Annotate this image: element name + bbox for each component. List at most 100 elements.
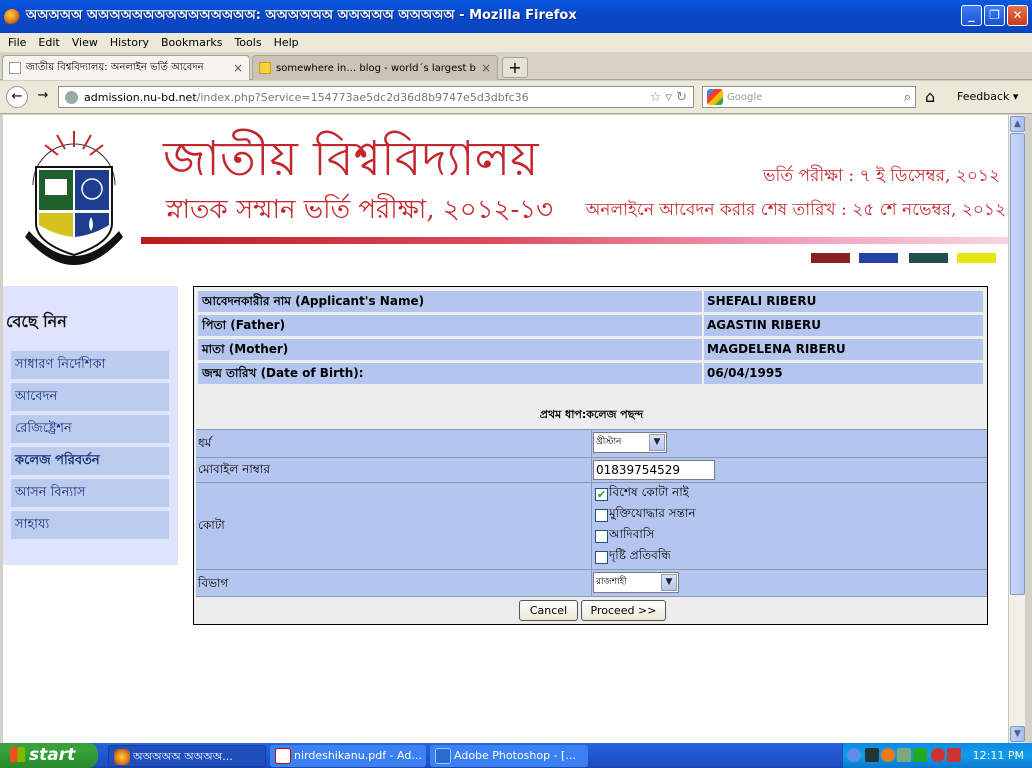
checkmark-icon: ✔: [595, 487, 608, 501]
scroll-up-icon[interactable]: ▲: [1010, 116, 1025, 132]
proceed-button[interactable]: Proceed >>: [581, 600, 666, 621]
tray-shield-icon[interactable]: [947, 748, 961, 762]
menu-edit[interactable]: Edit: [34, 36, 67, 49]
navigation-bar: ← → admission.nu-bd.net/index.php?Servic…: [0, 81, 1032, 114]
dob-label: জন্ম তারিখ (Date of Birth):: [202, 366, 364, 380]
sidebar-heading: বেছে নিন: [6, 312, 67, 331]
system-tray: 12:11 PM: [842, 743, 1032, 768]
menu-bookmarks[interactable]: Bookmarks: [157, 36, 230, 49]
scroll-thumb[interactable]: [1010, 133, 1025, 595]
sidebar-item-seat-plan[interactable]: আসন বিন্যাস: [11, 479, 169, 507]
page-icon: [9, 62, 21, 74]
checkbox-box: [595, 550, 608, 564]
chevron-down-icon: ▼: [649, 434, 665, 451]
religion-row: ধর্ম খ্রীস্টান ▼: [196, 429, 987, 457]
cancel-button[interactable]: Cancel: [519, 600, 578, 621]
quota-option-label: দৃষ্টি প্রতিবন্ধি: [609, 548, 671, 562]
start-button[interactable]: start: [0, 743, 98, 768]
menu-history[interactable]: History: [106, 36, 157, 49]
search-icon[interactable]: ⌕: [904, 90, 911, 105]
url-host: admission.nu-bd.net: [84, 90, 197, 104]
color-swatch-yellow[interactable]: [957, 253, 996, 263]
menu-tools[interactable]: Tools: [230, 36, 269, 49]
minimize-button[interactable]: _: [961, 5, 982, 26]
applicant-name-value: SHEFALI RIBERU: [702, 291, 983, 312]
checkbox-box: [595, 508, 608, 522]
forward-icon[interactable]: →: [32, 86, 54, 108]
task-label: Adobe Photoshop - [...: [454, 749, 576, 762]
application-deadline: অনলাইনে আবেদন করার শেষ তারিখ : ২৫ শে নভে…: [585, 200, 1006, 220]
task-label: nirdeshikanu.pdf - Ad...: [294, 749, 422, 762]
task-photoshop[interactable]: Adobe Photoshop - [...: [430, 745, 588, 767]
scroll-down-icon[interactable]: ▼: [1010, 726, 1025, 742]
father-row: পিতা (Father) AGASTIN RIBERU: [198, 315, 983, 336]
menu-view[interactable]: View: [68, 36, 106, 49]
pdf-icon: [275, 748, 291, 764]
back-icon[interactable]: ←: [6, 86, 28, 108]
windows-logo-icon: [10, 747, 25, 762]
quota-freedom-fighter-checkbox[interactable]: মুক্তিযোদ্ধার সন্তান: [595, 505, 696, 525]
sidebar-item-registration[interactable]: রেজিষ্ট্রেশন: [11, 415, 169, 443]
division-row: বিভাগ রাজশাহী ▼: [196, 569, 987, 597]
start-label: start: [29, 745, 76, 765]
quota-tribal-checkbox[interactable]: আদিবাসি: [595, 526, 654, 546]
color-swatch-blue[interactable]: [859, 253, 898, 263]
search-placeholder: Google: [727, 91, 763, 103]
quota-row: কোটা ✔ বিশেষ কোটা নাই মুক্তিযোদ্ধার সন্ত…: [196, 482, 987, 569]
step-title: প্রথম ধাপ:কলেজ পছন্দ: [539, 408, 644, 421]
task-pdf[interactable]: nirdeshikanu.pdf - Ad...: [270, 745, 426, 767]
color-swatch-teal[interactable]: [909, 253, 948, 263]
father-value: AGASTIN RIBERU: [702, 315, 983, 336]
tab-bar: জাতীয় বিশ্ববিদ্যালয়: অনলাইন ভর্তি আবেদ…: [0, 52, 1032, 80]
tray-arrow-icon[interactable]: [847, 748, 861, 762]
tray-printer-icon[interactable]: [897, 748, 911, 762]
tab-label: জাতীয় বিশ্ববিদ্যালয়: অনলাইন ভর্তি আবেদ…: [26, 61, 204, 73]
mother-row: মাতা (Mother) MAGDELENA RIBERU: [198, 339, 983, 360]
home-icon[interactable]: ⌂: [925, 87, 935, 106]
quota-none-checkbox[interactable]: ✔ বিশেষ কোটা নাই: [595, 484, 689, 504]
quota-label: কোটা: [198, 518, 225, 532]
tray-app-icon[interactable]: [881, 748, 895, 762]
close-window-button[interactable]: ✕: [1007, 5, 1028, 26]
sidebar-item-help[interactable]: সাহায্য: [11, 511, 169, 539]
tab-close-icon[interactable]: ×: [481, 61, 491, 75]
url-bar[interactable]: admission.nu-bd.net/index.php?Service=15…: [58, 86, 694, 108]
division-select[interactable]: রাজশাহী ▼: [593, 572, 679, 593]
sidebar-item-apply[interactable]: আবেদন: [11, 383, 169, 411]
search-input[interactable]: Google ⌕: [702, 86, 916, 108]
bookmark-star-icon[interactable]: ☆ ▿ ↻: [650, 90, 687, 105]
tab-admission[interactable]: জাতীয় বিশ্ববিদ্যালয়: অনলাইন ভর্তি আবেদ…: [2, 55, 250, 80]
firefox-icon: [114, 749, 130, 765]
mobile-field[interactable]: 01839754529: [593, 460, 715, 480]
feedback-button[interactable]: Feedback ▾: [957, 90, 1018, 103]
quota-option-label: বিশেষ কোটা নাই: [609, 485, 689, 499]
tray-play-icon[interactable]: [913, 748, 927, 762]
clock: 12:11 PM: [972, 749, 1024, 762]
window-titlebar: অঅঅঅঅ অঅঅঅঅঅঅঅঅঅঅঅঅঅঅ: অঅঅঅঅঅ অঅঅঅঅ অঅঅঅ…: [0, 0, 1032, 33]
tab-close-icon[interactable]: ×: [233, 61, 243, 75]
new-tab-button[interactable]: +: [502, 57, 528, 78]
form-actions: Cancel Proceed >>: [194, 600, 989, 622]
menu-help[interactable]: Help: [270, 36, 307, 49]
menu-bar: File Edit View History Bookmarks Tools H…: [0, 33, 1032, 52]
task-firefox[interactable]: অঅঅঅঅ অঅঅঅ...: [108, 745, 266, 767]
tab-blog[interactable]: somewhere in… blog - world´s largest b… …: [252, 55, 498, 80]
quota-disabled-checkbox[interactable]: দৃষ্টি প্রতিবন্ধি: [595, 547, 671, 567]
firefox-icon: [4, 8, 20, 25]
tray-security-icon[interactable]: [931, 748, 945, 762]
menu-file[interactable]: File: [4, 36, 34, 49]
photoshop-icon: [435, 748, 451, 764]
taskbar: start অঅঅঅঅ অঅঅঅ... nirdeshikanu.pdf - A…: [0, 743, 1032, 768]
tray-network-icon[interactable]: [865, 748, 879, 762]
vertical-scrollbar[interactable]: ▲ ▼: [1008, 115, 1025, 743]
father-label: পিতা (Father): [202, 318, 286, 332]
exam-subtitle: স্নাতক সম্মান ভর্তি পরীক্ষা, ২০১২-১৩: [166, 195, 554, 225]
checkbox-box: [595, 529, 608, 543]
restore-button[interactable]: ❐: [984, 5, 1005, 26]
sidebar-item-change-college[interactable]: কলেজ পরিবর্তন: [11, 447, 169, 475]
url-path: /index.php?Service=154773ae5dc2d36d8b974…: [196, 90, 529, 104]
sidebar-item-general-guide[interactable]: সাধারণ নির্দেশিকা: [11, 351, 169, 379]
religion-select[interactable]: খ্রীস্টান ▼: [593, 432, 667, 453]
globe-icon: [65, 90, 78, 104]
color-swatch-maroon[interactable]: [811, 253, 850, 263]
